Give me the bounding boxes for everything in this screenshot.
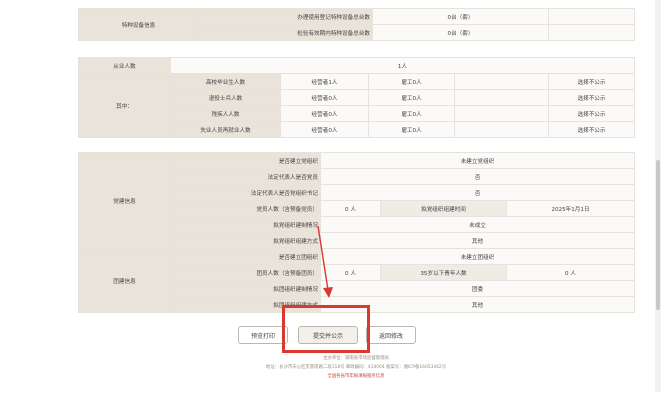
employees-header-label: 从业人数 (78, 57, 171, 74)
row-value: 0台（套） (372, 24, 549, 41)
hired-count: 雇工0人 (368, 73, 455, 90)
row-value: 否 (320, 184, 635, 201)
back-edit-button[interactable]: 返回修改 (366, 326, 416, 344)
hired-count: 雇工0人 (368, 89, 455, 106)
row-value: 未建立党组织 (320, 152, 635, 169)
employees-header-value: 1人 (169, 57, 636, 74)
youth-count-value: 0 人 (506, 264, 635, 281)
row-value: 团委 (320, 280, 635, 297)
row-label: 检验有效期内特种设备总台数 (198, 24, 373, 41)
page-footer: 主办单位：湖南省市场监督管理局 地址：长沙市天心区芙蓉南路二段118号 邮政编码… (60, 352, 652, 388)
table-row: 从业人数 1人 (78, 57, 636, 74)
row-label: 拟党组织组建方式 (170, 232, 321, 249)
annotation-highlight-box (282, 305, 370, 353)
table-row: 特种设备信息 办理使用登记特种设备总台数 0台（套） (78, 8, 635, 41)
table-row: 党建信息 是否建立党组织 未建立党组织 (78, 152, 635, 249)
party-section-label: 党建信息 (78, 152, 171, 249)
manager-count: 经营者0人 (280, 105, 369, 122)
row-value: 其他 (320, 232, 635, 249)
party-build-time-label: 拟党组织组建时间 (380, 200, 507, 217)
party-league-block: 党建信息 是否建立党组织 未建立党组织 法定代表人是否党员 否 法定代表人是否党… (78, 152, 635, 313)
row-value: 未建立团组织 (320, 248, 635, 265)
hired-count: 雇工0人 (368, 121, 455, 138)
footer-link[interactable]: 全国各省市年报填报服务信息 (60, 373, 652, 379)
footer-host: 主办单位：湖南省市场监督管理局 (323, 356, 389, 361)
row-label: 党员人数（含预备党员） (170, 200, 321, 217)
visibility-value: 选择不公示 (547, 73, 636, 90)
visibility-value: 选择不公示 (547, 89, 636, 106)
league-section-label: 团建信息 (78, 248, 171, 313)
party-build-time-value: 2025年1月1日 (506, 200, 635, 217)
row-label: 办理使用登记特种设备总台数 (198, 8, 373, 25)
row-value: 否 (320, 168, 635, 185)
special-equipment-block: 特种设备信息 办理使用登记特种设备总台数 0台（套） 检验有效期内特种设备总台数… (78, 8, 635, 41)
row-label: 是否建立党组织 (170, 152, 321, 169)
scrollbar-thumb[interactable] (656, 160, 660, 310)
visibility-value: 选择不公示 (547, 121, 636, 138)
employees-block: 从业人数 1人 其中： 高校毕业生人数 经营者1人 雇工0人 选择不公示 退役士… (78, 57, 636, 138)
preview-print-button[interactable]: 预览打印 (238, 326, 288, 344)
row-label: 高校毕业生人数 (170, 73, 281, 90)
row-value: 0台（套） (372, 8, 549, 25)
row-label: 拟党组织建制情况 (170, 216, 321, 233)
row-label: 法定代表人是否党员 (170, 168, 321, 185)
row-label: 失业人员再就业人数 (170, 121, 281, 138)
row-value: 未成立 (320, 216, 635, 233)
row-label: 团员人数（含预备团员） (170, 264, 321, 281)
manager-count: 经营者0人 (280, 89, 369, 106)
row-label: 法定代表人是否党组织书记 (170, 184, 321, 201)
table-row: 其中： 高校毕业生人数 经营者1人 雇工0人 选择不公示 (78, 73, 636, 138)
hired-count: 雇工0人 (368, 105, 455, 122)
row-label: 拟团组织建制情况 (170, 280, 321, 297)
report-preview-page: 特种设备信息 办理使用登记特种设备总台数 0台（套） 检验有效期内特种设备总台数… (0, 0, 668, 402)
league-member-count: 0 人 (320, 264, 381, 281)
special-equipment-section-label: 特种设备信息 (78, 8, 199, 41)
footer-address: 地址：长沙市天心区芙蓉南路二段118号 邮政编码：410004 备案号：湘ICP… (265, 365, 447, 370)
manager-count: 经营者0人 (280, 121, 369, 138)
employees-sub-label: 其中： (78, 73, 171, 138)
table-row: 团建信息 是否建立团组织 未建立团组织 (78, 248, 635, 313)
youth-count-label: 35岁以下青年人数 (380, 264, 507, 281)
row-label: 退役士兵人数 (170, 89, 281, 106)
visibility-value: 选择不公示 (547, 105, 636, 122)
row-label: 是否建立团组织 (170, 248, 321, 265)
party-member-count: 0 人 (320, 200, 381, 217)
row-label: 残疾人人数 (170, 105, 281, 122)
manager-count: 经营者1人 (280, 73, 369, 90)
